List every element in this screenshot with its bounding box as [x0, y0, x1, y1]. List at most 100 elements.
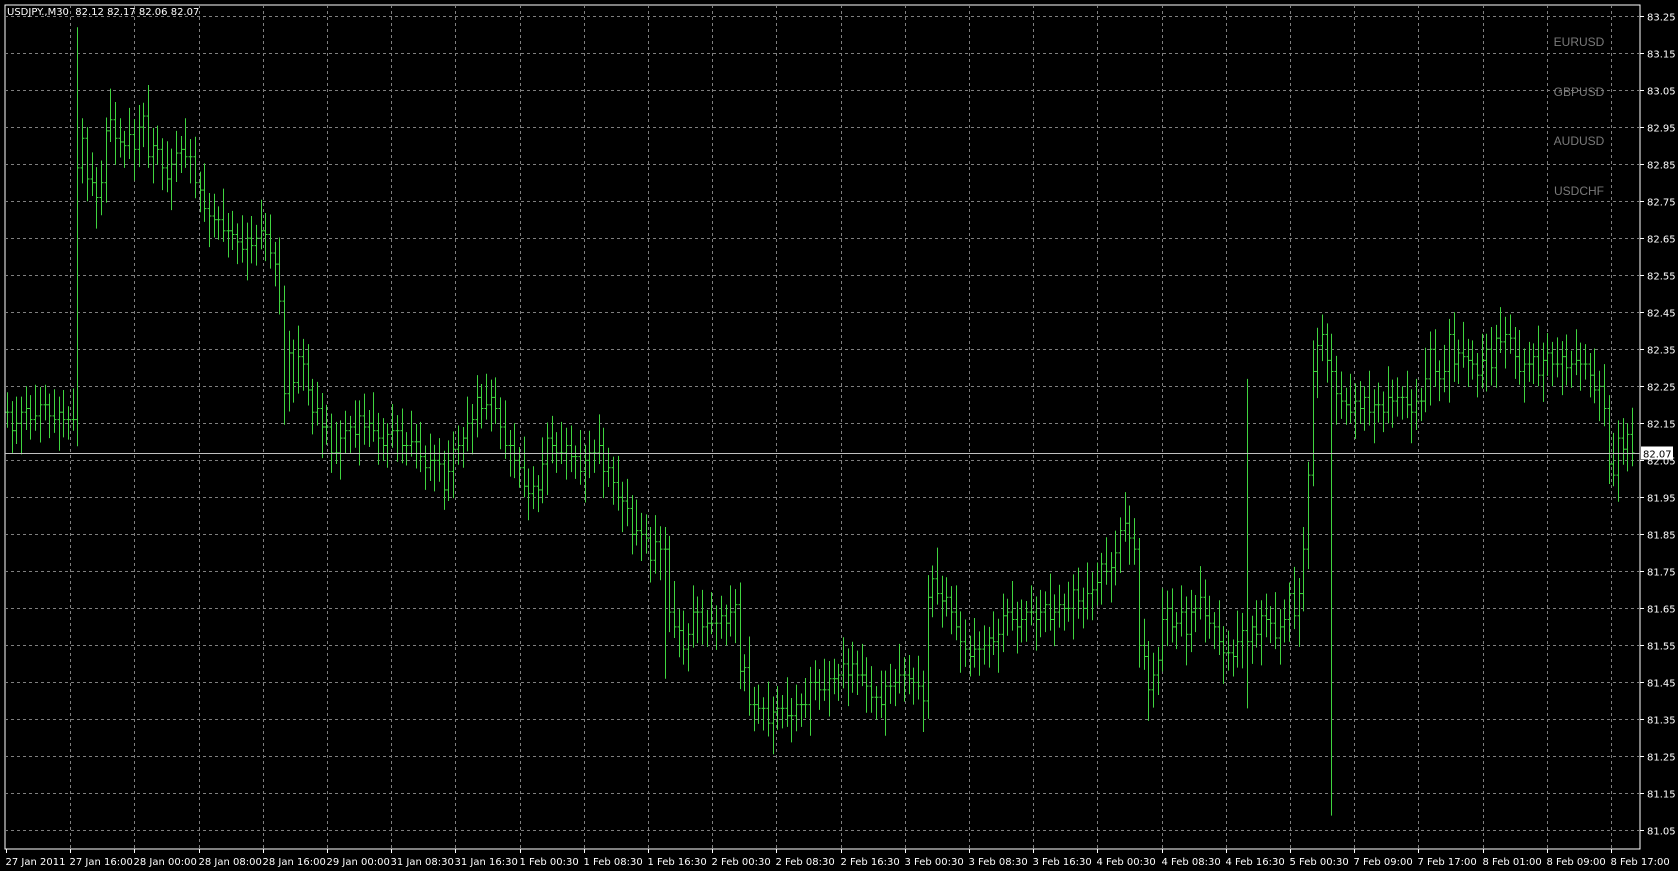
ohlc-bar [451, 431, 456, 499]
ohlc-bar [677, 609, 682, 658]
ohlc-bar [1081, 587, 1086, 629]
ohlc-bar [174, 130, 179, 182]
ohlc-bar [1489, 327, 1494, 386]
ohlc-bar [1005, 598, 1010, 636]
ohlc-bar [700, 589, 705, 645]
chart-header: USDJPY.,M30 82.12 82.17 82.06 82.07 [7, 7, 199, 18]
chart-window[interactable]: 83.25 83.15 83.05 82.95 82.85 82.75 82.65 82.55… [0, 0, 1678, 871]
ohlc-bar [1273, 592, 1278, 650]
symbol-link-gbpusd[interactable]: GBPUSD [1524, 85, 1634, 99]
ohlc-bar [1203, 579, 1208, 643]
ohlc-bar [28, 395, 33, 440]
x-tick-label: 1 Feb 08:30 [584, 857, 643, 868]
ohlc-bar [625, 478, 630, 527]
ohlc-bar [1611, 432, 1616, 487]
y-tick-label: 81.55 [1647, 642, 1676, 653]
ohlc-bar [183, 118, 188, 168]
ohlc-bar [1602, 364, 1607, 427]
y-tick-label: 81.05 [1647, 827, 1676, 838]
ohlc-bar [484, 373, 489, 420]
ohlc-bar [648, 526, 653, 583]
ohlc-bar [860, 643, 865, 687]
ohlc-bar [930, 565, 935, 618]
ohlc-bar [1062, 593, 1067, 631]
y-tick-label: 81.85 [1647, 531, 1676, 542]
y-tick-label: 82.45 [1647, 309, 1676, 320]
x-tick-label: 7 Feb 09:00 [1354, 857, 1413, 868]
ohlc-bar [1409, 389, 1414, 444]
x-tick-label: 8 Feb 17:00 [1611, 857, 1670, 868]
ohlc-bar [1165, 590, 1170, 647]
ohlc-bar [1400, 386, 1405, 420]
ohlc-bar [944, 577, 949, 617]
ohlc-bar [1156, 646, 1161, 696]
ohlc-bar [428, 433, 433, 482]
ohlc-bar [1306, 461, 1311, 570]
ohlc-bar [728, 585, 733, 637]
ohlc-bar [1325, 323, 1330, 383]
ohlc-bar [414, 424, 419, 469]
ohlc-bar [733, 589, 738, 644]
ohlc-bar [1123, 492, 1128, 542]
x-tick-label: 28 Jan 00:00 [134, 857, 197, 868]
y-tick-label: 82.95 [1647, 124, 1676, 135]
symbol-link-eurusd[interactable]: EURUSD [1524, 35, 1634, 49]
x-tick-label: 1 Feb 00:30 [520, 857, 579, 868]
ohlc-bar [1010, 580, 1015, 631]
ohlc-bar [695, 596, 700, 644]
ohlc-bar [19, 396, 24, 455]
current-price-label: 82.07 [1643, 450, 1672, 461]
ohlc-bar [1386, 366, 1391, 424]
ohlc-bar [846, 648, 851, 707]
ohlc-bar [569, 425, 574, 473]
ohlc-bar [592, 439, 597, 473]
ohlc-bar [686, 623, 691, 672]
ohlc-bar [1475, 352, 1480, 398]
ohlc-bar [301, 338, 306, 391]
ohlc-bar [794, 684, 799, 732]
ohlc-bar [1193, 595, 1198, 633]
plot-frame [4, 4, 1641, 850]
ohlc-bar [1048, 573, 1053, 631]
ohlc-bar [1588, 352, 1593, 398]
ohlc-bar [1531, 343, 1536, 385]
ohlc-bar [1315, 327, 1320, 399]
ohlc-bar [456, 425, 461, 465]
ohlc-bar [864, 657, 869, 713]
ohlc-bar [1109, 552, 1114, 603]
ohlc-bar [108, 88, 113, 142]
ohlc-bar [66, 406, 71, 440]
ohlc-bar [503, 400, 508, 459]
ohlc-bar [1461, 321, 1466, 368]
ohlc-bar [522, 436, 527, 498]
y-tick-label: 81.35 [1647, 716, 1676, 727]
ohlc-bar [193, 136, 198, 199]
symbol-link-audusd[interactable]: AUDUSD [1524, 134, 1634, 148]
ohlc-bar [1367, 370, 1372, 426]
chart-plot[interactable]: 83.25 83.15 83.05 82.95 82.85 82.75 82.65 82.55… [0, 0, 1678, 871]
ohlc-bar [667, 535, 672, 633]
ohlc-bar [1090, 572, 1095, 621]
ohlc-bar [578, 429, 583, 485]
ohlc-bar [1066, 581, 1071, 622]
ohlc-bar [1170, 588, 1175, 643]
symbol-link-usdchf[interactable]: USDCHF [1524, 184, 1634, 198]
ohlc-bar [230, 210, 235, 251]
ohlc-bar [531, 466, 536, 510]
y-tick-label: 81.15 [1647, 790, 1676, 801]
ohlc-bar [883, 670, 888, 736]
ohlc-bar [1508, 314, 1513, 354]
ohlc-bar [789, 697, 794, 743]
ohlc-bar [268, 214, 273, 269]
ohlc-bar [1564, 334, 1569, 386]
y-tick-label: 81.65 [1647, 605, 1676, 616]
ohlc-bar [1550, 341, 1555, 387]
ohlc-bar [907, 655, 912, 695]
ohlc-bar [874, 686, 879, 720]
ohlc-bar [10, 401, 15, 453]
ohlc-bar [1076, 567, 1081, 619]
ohlc-bar [1522, 348, 1527, 403]
ohlc-bar [672, 580, 677, 638]
ohlc-bar [1142, 618, 1147, 670]
ohlc-bar [216, 206, 221, 240]
